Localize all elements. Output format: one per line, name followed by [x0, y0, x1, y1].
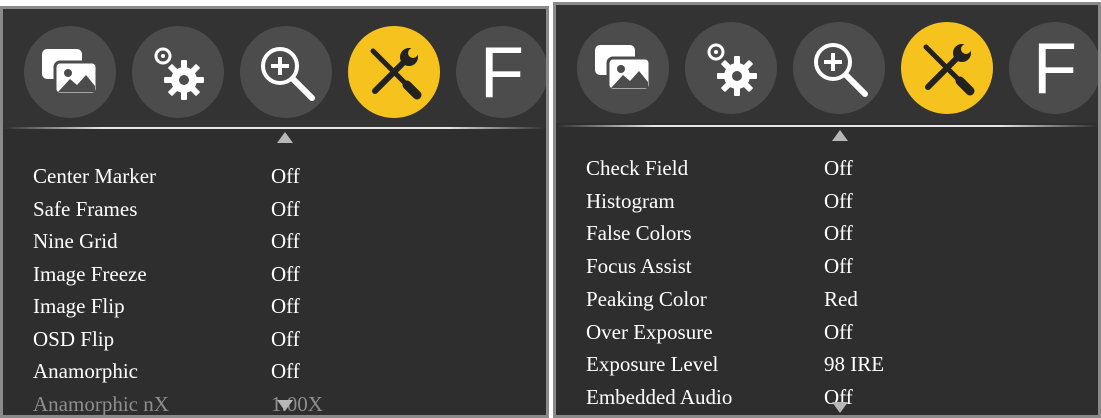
tab-gear[interactable] — [685, 22, 777, 114]
menu-item-label: Anamorphic nX — [33, 391, 169, 416]
tab-function[interactable]: F — [1009, 22, 1098, 114]
menu-item-label: OSD Flip — [33, 326, 115, 351]
menu-item[interactable]: OSD Flip Off — [3, 324, 546, 354]
menu-item[interactable]: Focus Assist Off — [556, 251, 1098, 281]
tab-tools[interactable] — [901, 22, 993, 114]
menu-item[interactable]: Safe Frames Off — [3, 194, 546, 224]
menu-item-label: Over Exposure — [586, 319, 713, 344]
menu-item[interactable]: Image Freeze Off — [3, 259, 546, 289]
tab-divider — [3, 127, 546, 129]
tab-zoom-in[interactable] — [240, 26, 332, 118]
menu-item[interactable]: Center Marker Off — [3, 161, 546, 191]
menu-item-label: Check Field — [586, 156, 689, 180]
menu-item-value: Off — [271, 229, 300, 253]
menu-item-label: Nine Grid — [33, 229, 118, 253]
menu-item-label: Image Freeze — [33, 261, 147, 286]
tab-divider — [556, 125, 1098, 127]
scroll-down-icon[interactable] — [277, 400, 293, 411]
gear-icon — [699, 36, 763, 100]
menu-item-label: False Colors — [586, 221, 692, 246]
tab-function[interactable]: F — [456, 26, 546, 118]
tools-icon — [361, 39, 427, 105]
menu-item[interactable]: Exposure Level 98 IRE — [556, 349, 1098, 379]
menu-item[interactable]: Anamorphic nX 1.00X — [3, 389, 546, 416]
menu-item-value: Off — [271, 359, 300, 383]
menu-item-label: Safe Frames — [33, 196, 138, 221]
menu-item[interactable]: Anamorphic Off — [3, 356, 546, 386]
menu-item-label: Peaking Color — [586, 286, 707, 311]
menu-item-value: Off — [271, 164, 300, 188]
menu-item-label: Center Marker — [33, 164, 157, 188]
menu-item-value: Off — [271, 326, 300, 351]
menu-item[interactable]: Over Exposure Off — [556, 317, 1098, 347]
menu-item-value: Off — [824, 254, 853, 279]
menu-item-value: 98 IRE — [824, 352, 885, 377]
right-menu-panel: F Check Field Off Histogram Off False Colors… — [553, 2, 1101, 418]
tab-bar: F — [556, 5, 1098, 123]
menu-item[interactable]: False Colors Off — [556, 218, 1098, 248]
menu-item-label: Focus Assist — [586, 254, 692, 279]
menu-item-value: Off — [824, 156, 853, 180]
left-menu-panel: F Center Marker Off Safe Frames Off Nine Gri… — [0, 6, 549, 418]
scroll-up-icon[interactable] — [832, 130, 848, 141]
menu-item[interactable]: Image Flip Off — [3, 291, 546, 321]
menu-item-label: Embedded Audio — [586, 384, 733, 409]
menu-item-value: Off — [824, 188, 853, 213]
zoom-in-icon — [254, 40, 318, 104]
menu-item-value: Off — [271, 261, 300, 286]
menu-item-value: Off — [271, 196, 300, 221]
zoom-in-icon — [807, 36, 871, 100]
menu-item[interactable]: Embedded Audio Off — [556, 382, 1098, 412]
menu-item-value: Red — [824, 286, 858, 311]
tab-tools[interactable] — [348, 26, 440, 118]
tab-zoom-in[interactable] — [793, 22, 885, 114]
image-icon — [592, 42, 654, 94]
menu-item[interactable]: Nine Grid Off — [3, 226, 546, 256]
scroll-down-icon[interactable] — [832, 402, 848, 413]
image-icon — [39, 46, 101, 98]
gear-icon — [146, 40, 210, 104]
scroll-up-icon[interactable] — [277, 132, 293, 143]
menu-item[interactable]: Peaking Color Red — [556, 284, 1098, 314]
menu-item-label: Histogram — [586, 188, 675, 213]
tab-image[interactable] — [24, 26, 116, 118]
menu-item-label: Image Flip — [33, 294, 125, 318]
menu-item-value: Off — [824, 221, 853, 246]
menu-item-label: Anamorphic — [33, 359, 138, 383]
menu-item-label: Exposure Level — [586, 352, 719, 377]
menu-item[interactable]: Check Field Off — [556, 153, 1098, 183]
menu-item[interactable]: Histogram Off — [556, 186, 1098, 216]
tools-icon — [914, 35, 980, 101]
function-icon: F — [480, 33, 524, 113]
function-icon: F — [1033, 29, 1077, 109]
tab-gear[interactable] — [132, 26, 224, 118]
menu-item-value: Off — [271, 294, 300, 318]
menu-item-value: Off — [824, 319, 853, 344]
tab-bar: F — [3, 9, 546, 127]
tab-image[interactable] — [577, 22, 669, 114]
